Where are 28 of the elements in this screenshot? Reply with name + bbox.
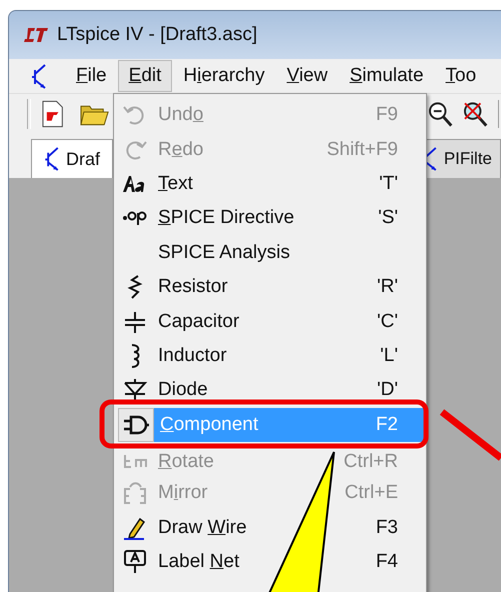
diode-icon — [122, 378, 148, 402]
inductor-icon — [130, 344, 140, 368]
menu-item[interactable]: View — [276, 60, 339, 92]
menu-entry[interactable]: Draw Wire F3 — [114, 510, 426, 546]
zoom-cancel-icon[interactable] — [462, 100, 488, 128]
logo-icon — [23, 27, 49, 43]
new-schematic-icon[interactable] — [40, 100, 64, 128]
transistor-icon — [44, 147, 60, 171]
menu-entry[interactable]: SPICE Directive 'S' — [114, 201, 426, 236]
label-icon — [122, 550, 148, 574]
menu-entry[interactable]: Inductor 'L' — [114, 338, 426, 374]
menu-entry[interactable]: Label Net F4 — [114, 545, 426, 580]
zoom-out-icon[interactable] — [428, 100, 453, 128]
menu-item[interactable]: Edit — [118, 60, 172, 92]
capacitor-icon — [122, 310, 148, 334]
menu-entry[interactable]: Capacitor 'C' — [114, 304, 426, 339]
pencil-icon — [122, 516, 148, 540]
directive-icon — [123, 210, 147, 226]
menu-entry[interactable]: Resistor 'R' — [114, 270, 426, 304]
menu-item[interactable]: File — [65, 60, 118, 92]
mirror-icon — [122, 481, 148, 506]
menu-entry[interactable]: Diode 'D' — [114, 373, 426, 408]
menu-item[interactable]: Simulate — [338, 60, 435, 92]
document-tab[interactable]: Draf — [31, 139, 113, 178]
window-title: LTspice IV - [Draft3.asc] — [57, 24, 258, 46]
menu-entry[interactable]: SPICE Analysis — [114, 236, 426, 270]
menu-item[interactable]: Hierarchy — [172, 60, 276, 92]
menu-item[interactable]: Too — [434, 60, 488, 92]
